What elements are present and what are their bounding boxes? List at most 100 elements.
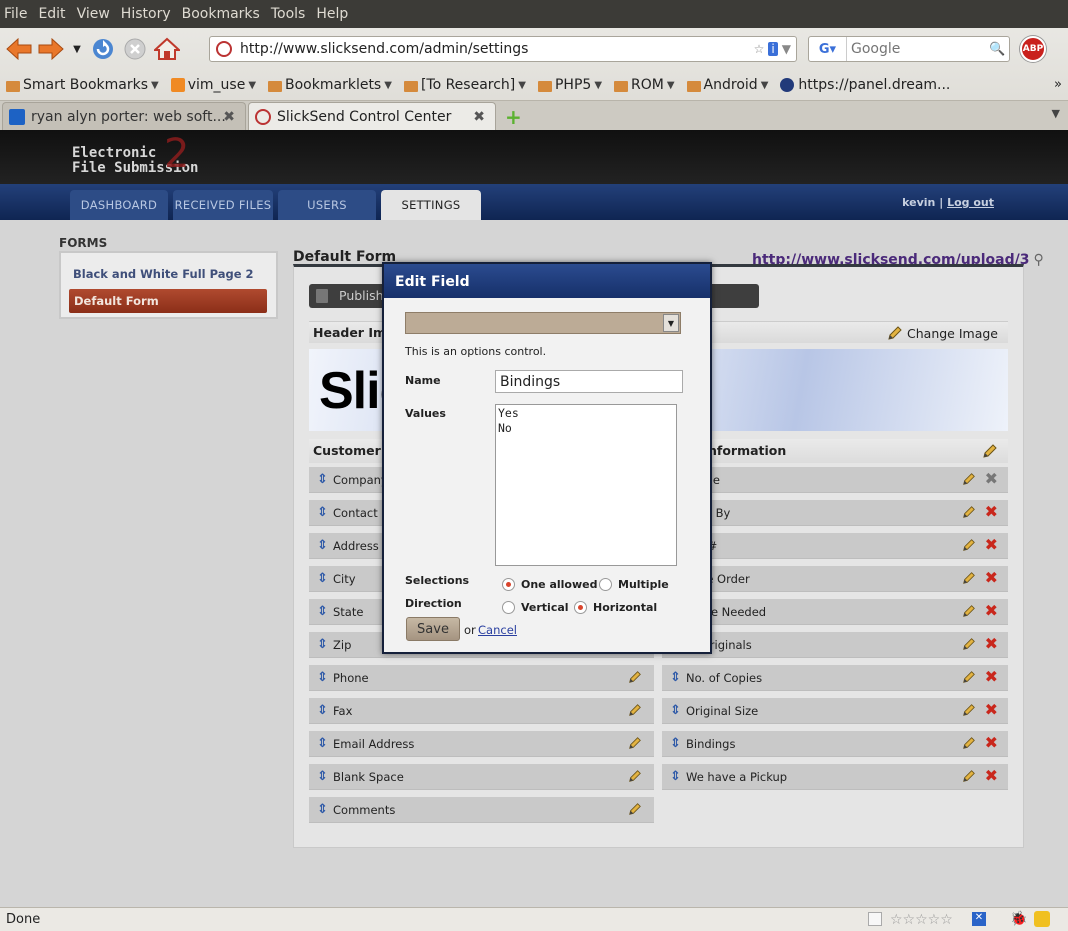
radio-vertical[interactable] <box>502 601 515 614</box>
change-image-button[interactable]: Change Image <box>887 325 998 341</box>
pencil-icon[interactable] <box>962 472 976 486</box>
bookmark-smart-bookmarks[interactable]: Smart Bookmarks ▼ <box>6 77 159 93</box>
menu-bookmarks[interactable]: Bookmarks <box>182 6 260 22</box>
order-field-row[interactable]: ⇕of Originals✖ <box>662 632 1008 658</box>
tab-users[interactable]: USERS <box>278 190 376 220</box>
rating-stars[interactable]: ☆☆☆☆☆ <box>890 912 953 928</box>
order-field-row[interactable]: ⇕ect #✖ <box>662 533 1008 559</box>
url-bar[interactable]: http://www.slicksend.com/admin/settings … <box>209 36 797 62</box>
pencil-icon[interactable] <box>962 604 976 618</box>
customer-field-row[interactable]: ⇕ Fax <box>309 698 654 724</box>
move-arrows-icon[interactable]: ⇕ <box>317 703 328 718</box>
tab-dashboard[interactable]: DASHBOARD <box>70 190 168 220</box>
pencil-icon[interactable] <box>962 637 976 651</box>
order-field-row[interactable]: ⇕ered By✖ <box>662 500 1008 526</box>
close-tab-icon[interactable]: ✖ <box>473 109 485 125</box>
radio-multiple[interactable] <box>599 578 612 591</box>
reload-button[interactable] <box>88 34 118 64</box>
pencil-icon[interactable] <box>962 571 976 585</box>
pencil-icon[interactable] <box>962 538 976 552</box>
delete-icon[interactable]: ✖ <box>985 702 998 718</box>
delete-icon[interactable]: ✖ <box>985 471 998 487</box>
pencil-icon[interactable] <box>628 769 642 783</box>
delete-icon[interactable]: ✖ <box>985 768 998 784</box>
delete-icon[interactable]: ✖ <box>985 537 998 553</box>
back-button[interactable] <box>4 34 34 64</box>
menu-edit[interactable]: Edit <box>38 6 65 22</box>
tab-settings[interactable]: SETTINGS <box>381 190 481 220</box>
delete-icon[interactable]: ✖ <box>985 669 998 685</box>
move-arrows-icon[interactable]: ⇕ <box>317 670 328 685</box>
field-type-select[interactable]: ▼ <box>405 312 681 334</box>
logout-link[interactable]: Log out <box>947 196 994 209</box>
extension-icon[interactable]: ✕ <box>972 912 986 926</box>
site-info-icon[interactable]: i <box>768 42 778 56</box>
order-field-row[interactable]: ⇕/Time Needed✖ <box>662 599 1008 625</box>
pencil-icon[interactable] <box>628 703 642 717</box>
tab-received-files[interactable]: RECEIVED FILES <box>173 190 273 220</box>
move-arrows-icon[interactable]: ⇕ <box>317 604 328 619</box>
radio-one-allowed[interactable] <box>502 578 515 591</box>
menu-file[interactable]: File <box>4 6 27 22</box>
move-arrows-icon[interactable]: ⇕ <box>670 703 681 718</box>
bookmark-vim-use[interactable]: vim_use ▼ <box>170 77 256 93</box>
forward-button[interactable] <box>36 34 66 64</box>
bookmark-android[interactable]: Android ▼ <box>686 77 768 93</box>
form-item-default[interactable]: Default Form <box>69 289 267 313</box>
name-input[interactable] <box>495 370 683 393</box>
order-field-row[interactable]: ⇕ No. of Copies ✖ <box>662 665 1008 691</box>
pencil-icon[interactable] <box>962 703 976 717</box>
menu-history[interactable]: History <box>121 6 171 22</box>
menu-tools[interactable]: Tools <box>271 6 306 22</box>
bookmark-php5[interactable]: PHP5 ▼ <box>537 77 602 93</box>
bookmark-rom[interactable]: ROM ▼ <box>614 77 675 93</box>
delete-icon[interactable]: ✖ <box>985 636 998 652</box>
order-field-row[interactable]: ⇕hase Order✖ <box>662 566 1008 592</box>
pencil-icon[interactable] <box>628 670 642 684</box>
search-input[interactable] <box>847 41 989 57</box>
delete-icon[interactable]: ✖ <box>985 735 998 751</box>
radio-horizontal[interactable] <box>574 601 587 614</box>
stop-button[interactable] <box>120 34 150 64</box>
move-arrows-icon[interactable]: ⇕ <box>317 571 328 586</box>
order-field-row[interactable]: ⇕ Original Size ✖ <box>662 698 1008 724</box>
pencil-icon[interactable] <box>628 736 642 750</box>
delete-icon[interactable]: ✖ <box>985 570 998 586</box>
form-item-black-white[interactable]: Black and White Full Page 2 Sh... <box>73 267 253 281</box>
pencil-icon[interactable] <box>982 443 998 459</box>
close-tab-icon[interactable]: ✖ <box>223 109 235 125</box>
url-dropdown-icon[interactable]: ▼ <box>782 42 791 56</box>
bookmarks-overflow-icon[interactable]: » <box>1054 77 1062 92</box>
pencil-icon[interactable] <box>962 505 976 519</box>
move-arrows-icon[interactable]: ⇕ <box>670 736 681 751</box>
url-text[interactable]: http://www.slicksend.com/admin/settings <box>240 41 754 57</box>
order-field-row[interactable]: ⇕ We have a Pickup ✖ <box>662 764 1008 790</box>
home-button[interactable] <box>152 34 182 64</box>
pencil-icon[interactable] <box>962 769 976 783</box>
move-arrows-icon[interactable]: ⇕ <box>317 802 328 817</box>
pencil-icon[interactable] <box>628 802 642 816</box>
bookmark-star-icon[interactable]: ☆ <box>754 42 765 56</box>
tab-ryan-alyn-porter[interactable]: ryan alyn porter: web soft... ✖ <box>2 102 246 130</box>
save-button[interactable]: Save <box>406 617 460 641</box>
menu-view[interactable]: View <box>77 6 110 22</box>
google-engine-icon[interactable]: G▾ <box>809 37 847 61</box>
pencil-icon[interactable] <box>962 670 976 684</box>
customer-field-row[interactable]: ⇕ Comments <box>309 797 654 823</box>
move-arrows-icon[interactable]: ⇕ <box>317 538 328 553</box>
search-icon[interactable]: 🔍 <box>989 42 1009 57</box>
firebug-icon[interactable]: 🐞 <box>1010 911 1027 927</box>
tab-list-dropdown-icon[interactable]: ▼ <box>1052 107 1060 120</box>
delete-icon[interactable]: ✖ <box>985 603 998 619</box>
new-tab-icon[interactable]: + <box>505 105 522 129</box>
history-dropdown[interactable]: ▼ <box>68 34 86 64</box>
order-field-row[interactable]: ⇕ Bindings ✖ <box>662 731 1008 757</box>
values-textarea[interactable]: Yes No <box>495 404 677 566</box>
logo[interactable]: 2 Electronic File Submission <box>72 134 198 176</box>
bookmark-to-research[interactable]: [To Research] ▼ <box>403 77 526 93</box>
cancel-link[interactable]: Cancel <box>478 623 517 637</box>
move-arrows-icon[interactable]: ⇕ <box>317 637 328 652</box>
tab-slicksend[interactable]: SlickSend Control Center ✖ <box>248 102 496 130</box>
menu-help[interactable]: Help <box>316 6 348 22</box>
adblock-plus-icon[interactable]: ABP <box>1020 36 1046 62</box>
